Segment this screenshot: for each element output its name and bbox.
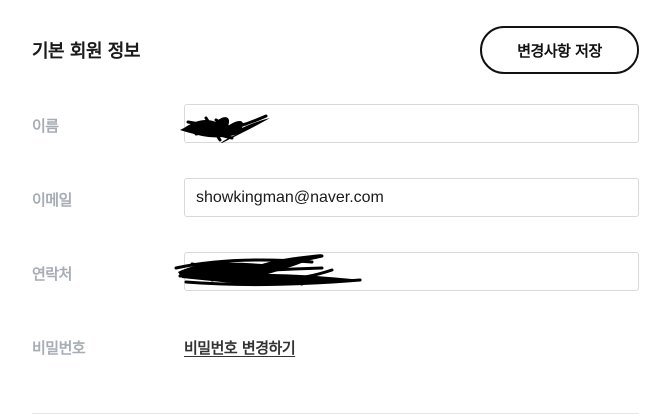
- name-field[interactable]: [184, 104, 639, 143]
- phone-label: 연락처: [32, 265, 72, 283]
- section-title: 기본 회원 정보: [32, 41, 140, 62]
- email-field[interactable]: [184, 178, 639, 217]
- phone-field[interactable]: [184, 252, 639, 291]
- email-label: 이메일: [32, 191, 72, 209]
- change-password-link[interactable]: 비밀번호 변경하기: [184, 337, 296, 358]
- save-changes-button[interactable]: 변경사항 저장: [480, 26, 639, 74]
- bottom-divider: [32, 413, 639, 414]
- name-label: 이름: [32, 117, 59, 135]
- member-info-panel: 기본 회원 정보 변경사항 저장 이름 이메일 연락처 비밀번호 비밀번호 변경…: [0, 0, 654, 417]
- password-label: 비밀번호: [32, 339, 86, 357]
